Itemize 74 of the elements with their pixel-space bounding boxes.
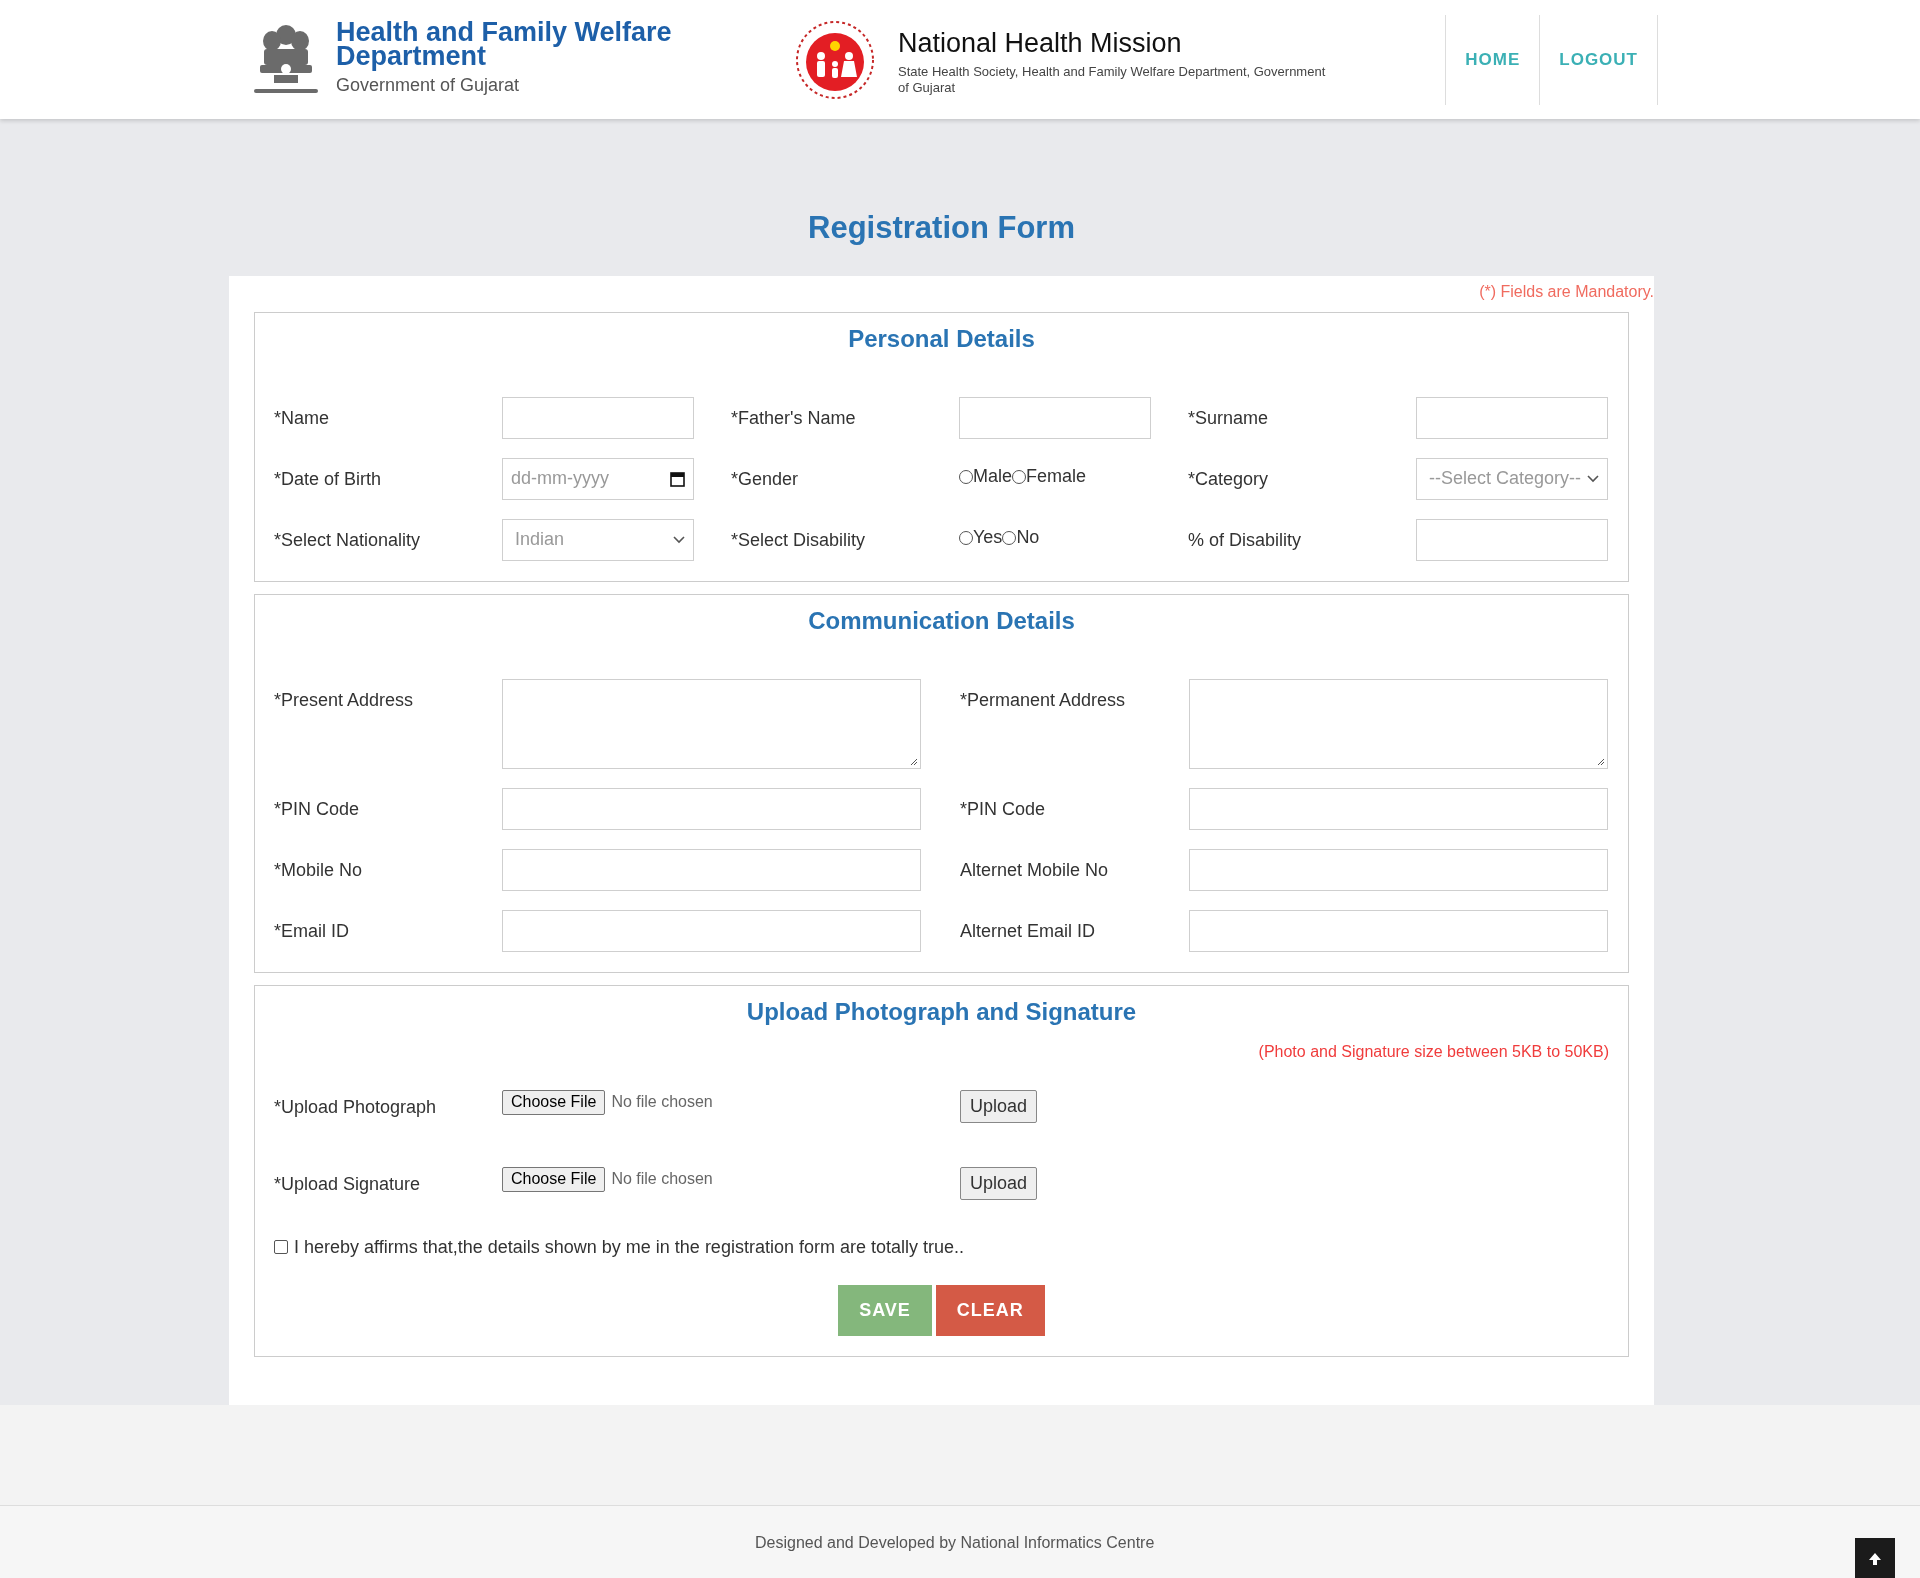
select-dropdown[interactable]: --Select Category--	[1416, 457, 1608, 500]
declaration-text: I hereby affirms that,the details shown by me in the registration form are totally true..	[294, 1235, 964, 1259]
date-placeholder: dd-mm-yyyy	[511, 467, 609, 490]
page-title: Registration Form	[807, 209, 1076, 247]
select-value: --Select Category--	[1428, 467, 1583, 490]
field-label: *Name	[274, 406, 331, 430]
choose-file-button[interactable]: Choose File	[502, 1166, 606, 1192]
save-button[interactable]: SAVE	[838, 1284, 932, 1336]
section-title: Upload Photograph and Signature	[745, 996, 1138, 1027]
file-status: No file chosen	[611, 1169, 713, 1189]
section-title: Communication Details	[807, 605, 1076, 636]
file-status: No file chosen	[611, 1092, 713, 1112]
field-label: Alternet Email ID	[960, 919, 1097, 943]
mission-title: National Health Mission	[898, 27, 1183, 61]
nav-link[interactable]: HOME	[1446, 14, 1540, 105]
field-label: *Surname	[1188, 406, 1270, 430]
upload-button[interactable]: Upload	[960, 1166, 1038, 1200]
input-field[interactable]	[1189, 909, 1608, 952]
select-dropdown[interactable]: Indian	[502, 518, 694, 561]
field-label: *Mobile No	[274, 858, 364, 882]
field-label: *Upload Photograph	[274, 1095, 438, 1119]
choose-file-button[interactable]: Choose File	[502, 1089, 606, 1115]
field-label: Alternet Mobile No	[960, 858, 1110, 882]
nav-link[interactable]: LOGOUT	[1539, 14, 1657, 105]
input-field[interactable]	[1416, 396, 1608, 439]
radio-button[interactable]	[959, 469, 973, 484]
input-field[interactable]	[1416, 518, 1608, 561]
select-value: Indian	[514, 528, 566, 551]
department-subtitle: Government of Gujarat	[336, 74, 521, 97]
input-field[interactable]	[1189, 848, 1608, 891]
section-title: Personal Details	[847, 323, 1036, 354]
field-label: *Email ID	[274, 919, 350, 943]
radio-button[interactable]	[1012, 469, 1026, 484]
field-label: *Father's Name	[731, 406, 857, 430]
radio-button[interactable]	[1002, 530, 1017, 545]
field-label: *Date of Birth	[274, 467, 383, 491]
input-field[interactable]	[502, 909, 921, 952]
chevron-down-icon	[1587, 474, 1599, 483]
calendar-icon	[670, 470, 685, 487]
address-textarea[interactable]	[502, 678, 921, 769]
input-field[interactable]	[502, 848, 921, 891]
radio-label: Male	[973, 465, 1012, 488]
scroll-top-button[interactable]	[1855, 1537, 1895, 1578]
date-field[interactable]: dd-mm-yyyy	[502, 457, 694, 500]
field-label: *Category	[1188, 467, 1270, 491]
radio-label: No	[1016, 526, 1040, 549]
field-label: *PIN Code	[274, 797, 361, 821]
input-field[interactable]	[1189, 787, 1608, 830]
mandatory-note: (*) Fields are Mandatory.	[1479, 281, 1654, 302]
mission-subtitle: State Health Society, Health and Family Welfare Department, Government of Gujarat	[898, 63, 1327, 96]
address-textarea[interactable]	[1189, 678, 1608, 769]
field-label: *Gender	[731, 467, 800, 491]
input-field[interactable]	[502, 787, 921, 830]
field-label: *Permanent Address	[960, 688, 1127, 712]
resize-handle-icon	[910, 757, 918, 766]
input-field[interactable]	[502, 396, 694, 439]
declaration-checkbox[interactable]	[274, 1240, 288, 1254]
resize-handle-icon	[1597, 757, 1605, 766]
radio-label: Female	[1026, 465, 1087, 488]
field-label: *Present Address	[274, 688, 415, 712]
footer-credit: Designed and Developed by National Informatics Centre	[755, 1533, 1155, 1553]
radio-button[interactable]	[959, 530, 973, 545]
field-label: *Select Disability	[731, 528, 867, 552]
input-field[interactable]	[959, 396, 1151, 439]
chevron-down-icon	[673, 535, 685, 544]
field-label: % of Disability	[1188, 528, 1303, 552]
radio-label: Yes	[973, 526, 1003, 549]
field-label: *Select Nationality	[274, 528, 422, 552]
arrow-up-icon	[1868, 1552, 1882, 1566]
upload-size-note: (Photo and Signature size between 5KB to 50KB)	[1258, 1041, 1609, 1062]
field-label: *Upload Signature	[274, 1172, 422, 1196]
upload-button[interactable]: Upload	[960, 1089, 1038, 1123]
field-label: *PIN Code	[960, 797, 1047, 821]
clear-button[interactable]: CLEAR	[935, 1284, 1045, 1336]
